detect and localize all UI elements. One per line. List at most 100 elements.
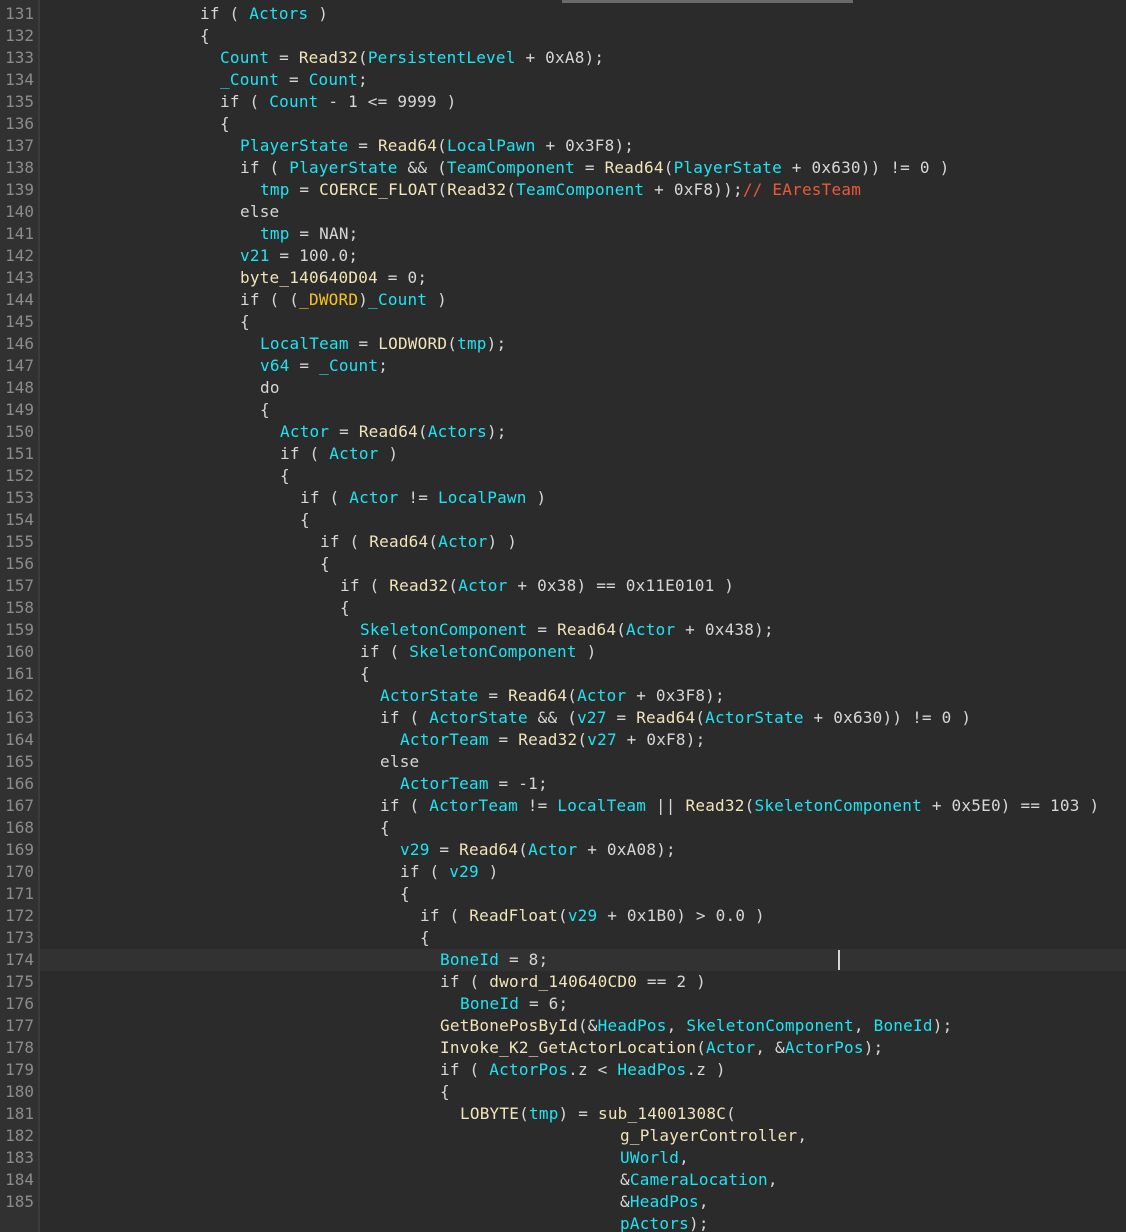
text-token: { xyxy=(200,26,210,45)
text-token: ); xyxy=(863,1038,884,1057)
code-line[interactable]: 182 g_PlayerController, xyxy=(0,1125,1126,1147)
code-line[interactable]: 156 { xyxy=(0,553,1126,575)
code-line[interactable]: 183 UWorld, xyxy=(0,1147,1126,1169)
code-line[interactable]: 139 tmp = COERCE_FLOAT(Read32(TeamCompone… xyxy=(0,179,1126,201)
code-line[interactable]: 161 { xyxy=(0,663,1126,685)
code-line[interactable]: 154 { xyxy=(0,509,1126,531)
code-line[interactable]: 168 { xyxy=(0,817,1126,839)
code-line[interactable]: 133 Count = Read32(PersistentLevel + 0xA8… xyxy=(0,47,1126,69)
code-line[interactable]: 152 { xyxy=(0,465,1126,487)
line-number: 158 xyxy=(5,598,34,617)
identifier-token: _Count xyxy=(220,70,280,89)
line-number: 135 xyxy=(5,92,34,111)
code-line[interactable]: 185 &HeadPos, xyxy=(0,1191,1126,1213)
text-token: { xyxy=(440,1082,450,1101)
identifier-token: ActorTeam xyxy=(400,730,489,749)
code-line[interactable]: 166 ActorTeam = -1; xyxy=(0,773,1126,795)
line-number: 170 xyxy=(5,862,34,881)
code-line[interactable]: 132 { xyxy=(0,25,1126,47)
code-line[interactable]: 159 SkeletonComponent = Read64(Actor + 0x… xyxy=(0,619,1126,641)
code-line[interactable]: 134 _Count = Count; xyxy=(0,69,1126,91)
code-text: ActorTeam = Read32(v27 + 0xF8); xyxy=(400,729,705,751)
code-line[interactable]: 142 v21 = 100.0; xyxy=(0,245,1126,267)
text-token: == 2 ) xyxy=(637,972,707,991)
code-text: SkeletonComponent = Read64(Actor + 0x438… xyxy=(360,619,774,641)
function-token: Read64 xyxy=(358,422,418,441)
code-line[interactable]: 163 if ( ActorState && (v27 = Read64(Acto… xyxy=(0,707,1126,729)
code-line[interactable]: 158 { xyxy=(0,597,1126,619)
identifier-token: HeadPos xyxy=(597,1016,667,1035)
code-line[interactable]: 135 if ( Count - 1 <= 9999 ) xyxy=(0,91,1126,113)
code-line[interactable]: 169 v29 = Read64(Actor + 0xA08); xyxy=(0,839,1126,861)
code-line[interactable]: 145 { xyxy=(0,311,1126,333)
identifier-token: TeamComponent xyxy=(516,180,645,199)
code-line[interactable]: 157 if ( Read32(Actor + 0x38) == 0x11E010… xyxy=(0,575,1126,597)
text-token: + 0x1B0) > 0.0 ) xyxy=(597,906,765,925)
line-number: 155 xyxy=(5,532,34,551)
code-line[interactable]: 179 if ( ActorPos.z < HeadPos.z ) xyxy=(0,1059,1126,1081)
code-line[interactable]: 136 { xyxy=(0,113,1126,135)
identifier-token: TeamComponent xyxy=(446,158,576,177)
identifier-token: UWorld xyxy=(620,1148,680,1167)
code-line[interactable]: 162 ActorState = Read64(Actor + 0x3F8); xyxy=(0,685,1126,707)
text-token: = xyxy=(279,70,309,89)
text-token: ); xyxy=(486,422,507,441)
identifier-token: tmp xyxy=(260,224,290,243)
code-line[interactable]: 164 ActorTeam = Read32(v27 + 0xF8); xyxy=(0,729,1126,751)
code-line[interactable]: 148 do xyxy=(0,377,1126,399)
code-line[interactable]: 150 Actor = Read64(Actors); xyxy=(0,421,1126,443)
text-token: , xyxy=(679,1148,689,1167)
code-line[interactable]: 170 if ( v29 ) xyxy=(0,861,1126,883)
identifier-token: PlayerState xyxy=(289,158,398,177)
code-line[interactable]: 175 if ( dword_140640CD0 == 2 ) xyxy=(0,971,1126,993)
keyword-token: if ( xyxy=(440,972,490,991)
identifier-token: Count xyxy=(269,92,319,111)
keyword-token: if ( xyxy=(320,532,370,551)
code-line[interactable]: 137 PlayerState = Read64(LocalPawn + 0x3F… xyxy=(0,135,1126,157)
code-line[interactable]: 146 LocalTeam = LODWORD(tmp); xyxy=(0,333,1126,355)
code-line[interactable]: 172 if ( ReadFloat(v29 + 0x1B0) > 0.0 ) xyxy=(0,905,1126,927)
code-text: if ( Actor != LocalPawn ) xyxy=(300,487,546,509)
text-token: = xyxy=(606,708,637,727)
code-text: &CameraLocation, xyxy=(620,1169,778,1191)
code-line[interactable]: 184 &CameraLocation, xyxy=(0,1169,1126,1191)
text-token: = xyxy=(348,136,378,155)
code-line[interactable]: 180 { xyxy=(0,1081,1126,1103)
code-text: { xyxy=(300,509,310,531)
code-editor[interactable]: 131 if ( Actors ) 132{133 Count = Read32(Pe… xyxy=(0,0,1126,1232)
line-number: 151 xyxy=(5,444,34,463)
code-line[interactable]: 167 if ( ActorTeam != LocalTeam || Read32… xyxy=(0,795,1126,817)
code-line[interactable]: 160 if ( SkeletonComponent ) xyxy=(0,641,1126,663)
code-line[interactable]: 147 v64 = _Count; xyxy=(0,355,1126,377)
code-line[interactable]: 149 { xyxy=(0,399,1126,421)
code-line[interactable]: 176 BoneId = 6; xyxy=(0,993,1126,1015)
code-line[interactable]: 138 if ( PlayerState && (TeamComponent = … xyxy=(0,157,1126,179)
code-line[interactable]: 171 { xyxy=(0,883,1126,905)
keyword-token: if ( xyxy=(440,1060,490,1079)
identifier-token: ActorState xyxy=(705,708,804,727)
text-token: { xyxy=(300,510,310,529)
code-text: { xyxy=(440,1081,450,1103)
text-token: ) xyxy=(427,290,447,309)
code-line[interactable]: 165 else xyxy=(0,751,1126,773)
text-token: = xyxy=(488,730,519,749)
code-line[interactable]: 144 if ( (_DWORD)_Count ) xyxy=(0,289,1126,311)
code-text: { xyxy=(420,927,430,949)
code-line[interactable]: 173 { xyxy=(0,927,1126,949)
code-line[interactable]: 153 if ( Actor != LocalPawn ) xyxy=(0,487,1126,509)
code-line[interactable]: 151 if ( Actor ) xyxy=(0,443,1126,465)
text-token: + 0xF8); xyxy=(616,730,706,749)
code-line[interactable]: 177 GetBonePosById(&HeadPos, SkeletonComp… xyxy=(0,1015,1126,1037)
code-line[interactable]: 140 else xyxy=(0,201,1126,223)
code-line[interactable]: 155 if ( Read64(Actor) ) xyxy=(0,531,1126,553)
code-text: { xyxy=(380,817,390,839)
line-number: 171 xyxy=(5,884,34,903)
code-line[interactable]: 174 BoneId = 8; xyxy=(0,949,1126,971)
code-line[interactable]: 181 LOBYTE(tmp) = sub_14001308C( xyxy=(0,1103,1126,1125)
code-line[interactable]: 143 byte_140640D04 = 0; xyxy=(0,267,1126,289)
line-number: 175 xyxy=(5,972,34,991)
code-line[interactable]: pActors); xyxy=(0,1213,1126,1232)
code-line[interactable]: 141 tmp = NAN; xyxy=(0,223,1126,245)
code-line[interactable]: 131 if ( Actors ) xyxy=(0,3,1126,25)
code-line[interactable]: 178 Invoke_K2_GetActorLocation(Actor, &Ac… xyxy=(0,1037,1126,1059)
